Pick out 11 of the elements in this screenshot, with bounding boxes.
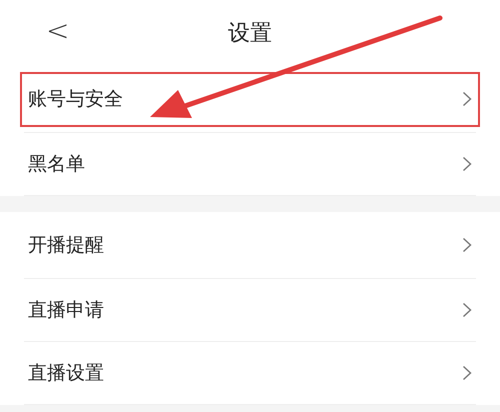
settings-item[interactable]: 直播申请 — [24, 279, 476, 342]
chevron-right-icon — [462, 302, 472, 318]
settings-item[interactable]: 直播设置 — [24, 342, 476, 405]
back-button[interactable]: < — [46, 14, 70, 48]
chevron-right-icon — [462, 91, 472, 107]
chevron-right-icon — [462, 365, 472, 381]
settings-item[interactable]: 黑名单 — [24, 133, 476, 196]
page-title: 设置 — [228, 20, 272, 48]
settings-item[interactable]: 开播提醒 — [24, 212, 476, 279]
chevron-right-icon — [462, 156, 472, 172]
chevron-right-icon — [462, 237, 472, 253]
